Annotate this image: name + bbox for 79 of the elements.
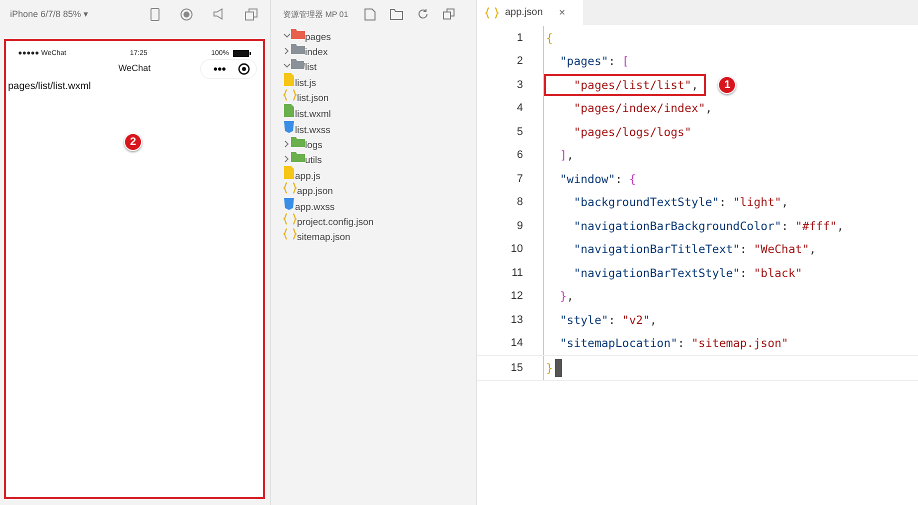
editor-tab[interactable]: app.json × xyxy=(477,0,584,25)
phone-icon[interactable] xyxy=(150,8,160,20)
windows-icon[interactable] xyxy=(245,8,258,20)
line-number: 3 xyxy=(516,78,524,91)
speaker-icon[interactable] xyxy=(213,8,225,20)
line-number: 15 xyxy=(510,362,524,374)
code-line: "style": "v2", xyxy=(558,312,658,329)
folder-icon xyxy=(291,28,305,40)
line-number: 8 xyxy=(516,196,524,208)
nav-title: WeChat xyxy=(118,63,151,73)
line-number: 14 xyxy=(510,337,524,350)
tree-item[interactable]: list.wxss xyxy=(283,120,476,136)
capsule-button[interactable]: ••• xyxy=(200,59,257,79)
code-line: ], xyxy=(558,147,575,164)
code-line: "navigationBarTitleText": "WeChat", xyxy=(572,241,818,258)
code-line: "pages": [ xyxy=(558,53,630,70)
line-number: 12 xyxy=(510,290,524,302)
code-line: "window": { xyxy=(558,170,638,188)
tree-item[interactable]: list.js xyxy=(283,73,476,89)
braces-icon xyxy=(485,6,499,18)
css-file-icon xyxy=(283,120,295,133)
line-number: 10 xyxy=(510,243,524,256)
file-icon xyxy=(283,166,295,179)
refresh-icon[interactable] xyxy=(417,8,430,20)
css-file-icon xyxy=(283,197,295,210)
tree-item[interactable]: logs xyxy=(283,136,476,151)
tree-item[interactable]: list.json xyxy=(283,89,476,104)
line-number: 9 xyxy=(516,220,524,232)
tree-item[interactable]: utils xyxy=(283,151,476,166)
tree-item[interactable]: index xyxy=(283,43,476,58)
line-number: 7 xyxy=(516,172,524,185)
braces-icon xyxy=(283,228,297,240)
explorer-title: 资源管理器 MP 01 xyxy=(283,8,348,20)
code-line: "sitemapLocation": "sitemap.json" xyxy=(558,335,790,352)
text-cursor xyxy=(554,358,562,377)
line-number: 1 xyxy=(516,32,524,44)
new-file-icon[interactable] xyxy=(364,8,376,20)
tree-item[interactable]: sitemap.json xyxy=(283,228,476,243)
tree-item[interactable]: list xyxy=(283,58,476,73)
line-number: 4 xyxy=(516,102,524,114)
braces-icon xyxy=(283,213,297,225)
callout-badge: 1 xyxy=(718,76,736,94)
code-line: "backgroundTextStyle": "light", xyxy=(572,194,790,212)
code-line: { xyxy=(545,30,554,47)
highlighted-code: "pages/list/list", xyxy=(544,74,706,96)
code-line: "pages/index/index", xyxy=(572,100,714,118)
collapse-icon[interactable] xyxy=(443,8,456,20)
folder-icon xyxy=(291,43,305,55)
tree-item[interactable]: project.config.json xyxy=(283,213,476,228)
folder-icon xyxy=(291,136,305,148)
line-number: 6 xyxy=(516,149,524,162)
target-icon xyxy=(238,63,250,75)
code-line: } xyxy=(545,360,554,377)
tree-item[interactable]: list.wxml xyxy=(283,104,476,120)
battery-icon xyxy=(233,50,251,57)
file-icon xyxy=(283,104,295,117)
file-icon xyxy=(283,73,295,86)
tree-item[interactable]: app.json xyxy=(283,182,476,197)
line-number: 11 xyxy=(510,266,524,279)
braces-icon xyxy=(283,89,297,101)
folder-icon xyxy=(291,151,305,163)
code-line: }, xyxy=(558,288,575,306)
callout-badge: 2 xyxy=(124,133,142,151)
braces-icon xyxy=(283,182,297,194)
line-number: 2 xyxy=(516,55,524,68)
tree-item[interactable]: app.js xyxy=(283,166,476,182)
new-folder-icon[interactable] xyxy=(390,8,404,20)
record-icon[interactable] xyxy=(180,8,193,20)
line-number: 13 xyxy=(510,314,524,326)
tree-item[interactable]: pages xyxy=(283,28,476,43)
close-button[interactable]: × xyxy=(558,6,566,18)
device-selector[interactable]: iPhone 6/7/8 85% ▾ xyxy=(10,8,88,20)
code-line: "pages/logs/logs" xyxy=(572,124,692,141)
page-text: pages/list/list.wxml xyxy=(8,81,92,92)
code-line: "navigationBarTextStyle": "black" xyxy=(572,264,804,282)
code-line: "navigationBarBackgroundColor": "#fff", xyxy=(572,218,845,235)
tree-item[interactable]: app.wxss xyxy=(283,197,476,213)
line-number: 5 xyxy=(516,126,524,138)
folder-icon xyxy=(291,58,305,70)
